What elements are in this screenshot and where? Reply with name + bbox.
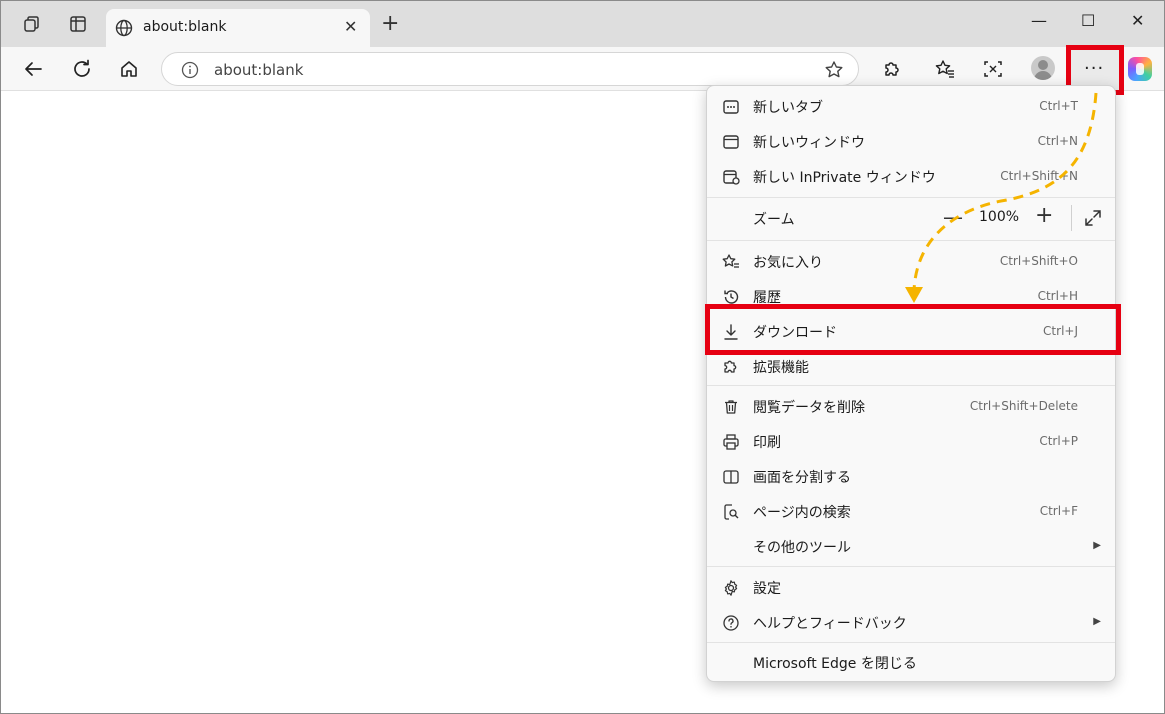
tab-close-icon[interactable]: ✕ bbox=[344, 17, 357, 36]
puzzle-icon bbox=[721, 357, 741, 377]
screenshot-icon[interactable] bbox=[981, 57, 1005, 81]
refresh-icon[interactable] bbox=[70, 57, 94, 81]
print-icon bbox=[721, 432, 741, 452]
downloads-highlight-box bbox=[705, 304, 1121, 355]
new-window-icon bbox=[721, 132, 741, 152]
menu-item-new-inprivate[interactable]: 新しい InPrivate ウィンドウ Ctrl+Shift+N bbox=[707, 159, 1115, 193]
address-url: about:blank bbox=[214, 61, 304, 79]
copilot-icon[interactable] bbox=[1128, 57, 1152, 81]
help-icon bbox=[721, 613, 741, 633]
menu-separator bbox=[707, 197, 1115, 198]
split-screen-icon bbox=[721, 467, 741, 487]
maximize-button[interactable]: ☐ bbox=[1081, 11, 1095, 30]
gear-icon bbox=[721, 578, 741, 598]
menu-item-more-tools[interactable]: その他のツール ▶ bbox=[707, 529, 1115, 563]
menu-shortcut: Ctrl+H bbox=[1037, 289, 1078, 303]
minimize-button[interactable]: — bbox=[1031, 11, 1047, 30]
zoom-in-button[interactable]: + bbox=[1035, 203, 1053, 228]
address-bar[interactable]: about:blank bbox=[161, 52, 859, 86]
menu-shortcut: Ctrl+Shift+N bbox=[1000, 169, 1078, 183]
menu-label: 新しい InPrivate ウィンドウ bbox=[753, 170, 936, 186]
menu-label: ズーム bbox=[753, 212, 795, 228]
zoom-out-button[interactable]: — bbox=[943, 205, 963, 229]
menu-item-settings[interactable]: 設定 bbox=[707, 570, 1115, 604]
close-window-button[interactable]: ✕ bbox=[1131, 11, 1144, 30]
more-dots-icon: ··· bbox=[1084, 58, 1105, 79]
globe-icon bbox=[114, 18, 134, 42]
menu-label: 設定 bbox=[753, 581, 781, 597]
tab-about-blank[interactable]: about:blank ✕ bbox=[106, 9, 370, 47]
menu-separator bbox=[707, 566, 1115, 567]
profile-icon[interactable] bbox=[1031, 56, 1055, 80]
menu-item-new-window[interactable]: 新しいウィンドウ Ctrl+N bbox=[707, 124, 1115, 158]
star-icon[interactable] bbox=[823, 59, 845, 85]
menu-label: 閲覧データを削除 bbox=[753, 400, 865, 416]
back-arrow-icon[interactable] bbox=[21, 57, 45, 81]
menu-label: Microsoft Edge を閉じる bbox=[753, 656, 917, 672]
menu-shortcut: Ctrl+P bbox=[1039, 434, 1078, 448]
menu-label: ページ内の検索 bbox=[753, 505, 851, 521]
menu-label: 新しいウィンドウ bbox=[753, 135, 865, 151]
profile-body bbox=[1034, 71, 1052, 80]
tab-title: about:blank bbox=[143, 19, 227, 35]
menu-label: 画面を分割する bbox=[753, 470, 851, 486]
trash-icon bbox=[721, 397, 741, 417]
menu-item-help[interactable]: ヘルプとフィードバック ▶ bbox=[707, 605, 1115, 639]
menu-label: その他のツール bbox=[753, 540, 851, 556]
workspaces-icon[interactable] bbox=[21, 13, 43, 35]
menu-label: 新しいタブ bbox=[753, 100, 823, 116]
menu-label: 印刷 bbox=[753, 435, 781, 451]
menu-shortcut: Ctrl+T bbox=[1039, 99, 1078, 113]
profile-head bbox=[1038, 60, 1048, 70]
favorites-icon bbox=[721, 252, 741, 272]
new-tab-icon bbox=[721, 97, 741, 117]
inprivate-icon bbox=[721, 167, 741, 187]
menu-separator bbox=[707, 385, 1115, 386]
menu-separator bbox=[707, 642, 1115, 643]
browser-window: about:blank ✕ + — ☐ ✕ about:blank ··· 新し… bbox=[0, 0, 1165, 714]
menu-item-split-screen[interactable]: 画面を分割する bbox=[707, 459, 1115, 493]
settings-menu: 新しいタブ Ctrl+T 新しいウィンドウ Ctrl+N 新しい InPriva… bbox=[706, 85, 1116, 682]
find-on-page-icon bbox=[721, 502, 741, 522]
menu-label: ヘルプとフィードバック bbox=[753, 616, 907, 632]
menu-separator bbox=[707, 240, 1115, 241]
menu-shortcut: Ctrl+Shift+O bbox=[999, 254, 1078, 268]
menu-shortcut: Ctrl+N bbox=[1037, 134, 1078, 148]
menu-label: 拡張機能 bbox=[753, 360, 809, 376]
menu-item-favorites[interactable]: お気に入り Ctrl+Shift+O bbox=[707, 244, 1115, 278]
new-tab-button[interactable]: + bbox=[381, 13, 399, 35]
favorites-icon[interactable] bbox=[933, 57, 957, 81]
info-icon[interactable] bbox=[180, 60, 200, 84]
puzzle-icon[interactable] bbox=[880, 57, 904, 81]
menu-item-new-tab[interactable]: 新しいタブ Ctrl+T bbox=[707, 89, 1115, 123]
menu-item-clear-data[interactable]: 閲覧データを削除 Ctrl+Shift+Delete bbox=[707, 389, 1115, 423]
menu-item-print[interactable]: 印刷 Ctrl+P bbox=[707, 424, 1115, 458]
menu-item-zoom: ズーム — 100% + bbox=[707, 201, 1115, 235]
menu-label: お気に入り bbox=[753, 255, 823, 271]
submenu-arrow-icon: ▶ bbox=[1093, 616, 1101, 627]
menu-shortcut: Ctrl+Shift+Delete bbox=[969, 399, 1078, 413]
menu-item-close-edge[interactable]: Microsoft Edge を閉じる bbox=[707, 645, 1115, 679]
menu-item-find[interactable]: ページ内の検索 Ctrl+F bbox=[707, 494, 1115, 528]
submenu-arrow-icon: ▶ bbox=[1093, 540, 1101, 551]
tab-bar: about:blank ✕ + — ☐ ✕ bbox=[1, 1, 1164, 47]
zoom-divider bbox=[1071, 205, 1072, 231]
fullscreen-icon[interactable] bbox=[1083, 208, 1103, 232]
menu-shortcut: Ctrl+F bbox=[1039, 504, 1078, 518]
home-icon[interactable] bbox=[117, 57, 141, 81]
zoom-level: 100% bbox=[979, 209, 1020, 225]
tab-actions-icon[interactable] bbox=[67, 13, 89, 35]
